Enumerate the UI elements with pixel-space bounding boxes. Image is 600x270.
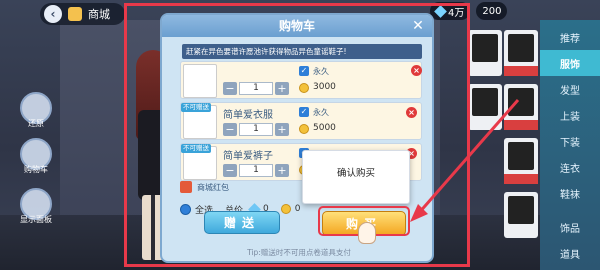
shop-title: 商城 [88,8,110,21]
category-tops[interactable]: 上装 [540,102,600,128]
item-price: 3000 [313,82,336,92]
gift-tip: Tip:赠送时不可用点卷道具支付 [247,248,351,257]
shop-header: ‹ 商城 [40,3,125,25]
product-card[interactable] [504,84,538,130]
category-accessories[interactable]: 饰品 [540,214,600,240]
currency-bar: 4万 200 [430,2,508,20]
item-price: 5000 [313,123,336,133]
gift-button[interactable]: 赠送 [204,211,280,234]
reset-label: 还原 [28,119,44,128]
product-grid [430,30,540,270]
item-checkbox[interactable]: ✓ [299,66,309,76]
product-card[interactable] [468,84,502,130]
cart-item: ✓ 永久 − 1 + 3000 [180,61,422,99]
select-all-checkbox[interactable] [180,203,191,215]
shop-icon [68,7,82,21]
wish-pool-notice: 赶紧在异色要谱许愿池许获得物品异色童谣鞋子! [182,44,422,59]
qty-plus-button[interactable]: + [275,82,289,95]
coin-icon [280,204,291,214]
confirm-purchase-text: 确认购买 [336,168,375,179]
remove-item-icon[interactable]: × [411,65,422,76]
gem-icon [434,4,447,18]
cart-label: 购物车 [24,165,48,174]
category-sidebar: 推荐 服饰 发型 上装 下装 连衣 鞋袜 饰品 道具 [540,20,600,270]
qty-plus-button[interactable]: + [275,164,289,177]
product-card[interactable] [504,138,538,184]
qty-minus-button[interactable]: − [223,164,237,177]
item-duration: 永久 [313,108,329,117]
cart-item: 不可赠送 简单爱衣服 ✓ 永久 − 1 + 5000 × [180,102,422,140]
qty-field[interactable]: 1 [239,82,273,95]
product-card[interactable] [504,30,538,76]
coin-icon [299,124,309,134]
category-clothing[interactable]: 服饰 [540,50,600,76]
currency-coins[interactable]: 200 [476,2,508,20]
item-checkbox[interactable]: ✓ [299,107,309,117]
qty-field[interactable]: 1 [239,123,273,136]
category-props[interactable]: 道具 [540,240,600,266]
category-bottoms[interactable]: 下装 [540,128,600,154]
pointing-hand-icon [358,222,376,244]
red-packet-icon [180,181,192,193]
item-name: 简单爱裤子 [223,151,273,162]
close-icon[interactable]: ✕ [410,18,426,34]
coin-icon [299,83,309,93]
category-dress[interactable]: 连衣 [540,154,600,180]
category-shoes[interactable]: 鞋袜 [540,180,600,206]
red-packet-label: 商城红包 [197,182,229,192]
currency-gems-value: 4万 [448,7,465,19]
category-recommend[interactable]: 推荐 [540,24,600,50]
currency-gems[interactable]: 4万 [430,2,471,20]
confirm-purchase-popup[interactable]: 确认购买 [302,150,410,204]
qty-plus-button[interactable]: + [275,123,289,136]
item-duration: 永久 [313,67,329,76]
total-coins: 0 [294,204,301,214]
dialog-title: 购物车 [278,19,315,33]
display-panel-label: 显示面板 [20,215,52,224]
no-gift-tag: 不可赠送 [181,144,211,153]
back-icon[interactable]: ‹ [44,5,62,23]
category-hair[interactable]: 发型 [540,76,600,102]
item-name: 简单爱衣服 [223,110,273,121]
qty-field[interactable]: 1 [239,164,273,177]
no-gift-tag: 不可赠送 [181,103,211,112]
qty-minus-button[interactable]: − [223,123,237,136]
currency-coins-value: 200 [482,5,502,17]
remove-item-icon[interactable]: × [406,107,417,118]
item-thumbnail [183,64,217,98]
qty-minus-button[interactable]: − [223,82,237,95]
product-card[interactable] [468,30,502,76]
product-card[interactable] [504,192,538,238]
